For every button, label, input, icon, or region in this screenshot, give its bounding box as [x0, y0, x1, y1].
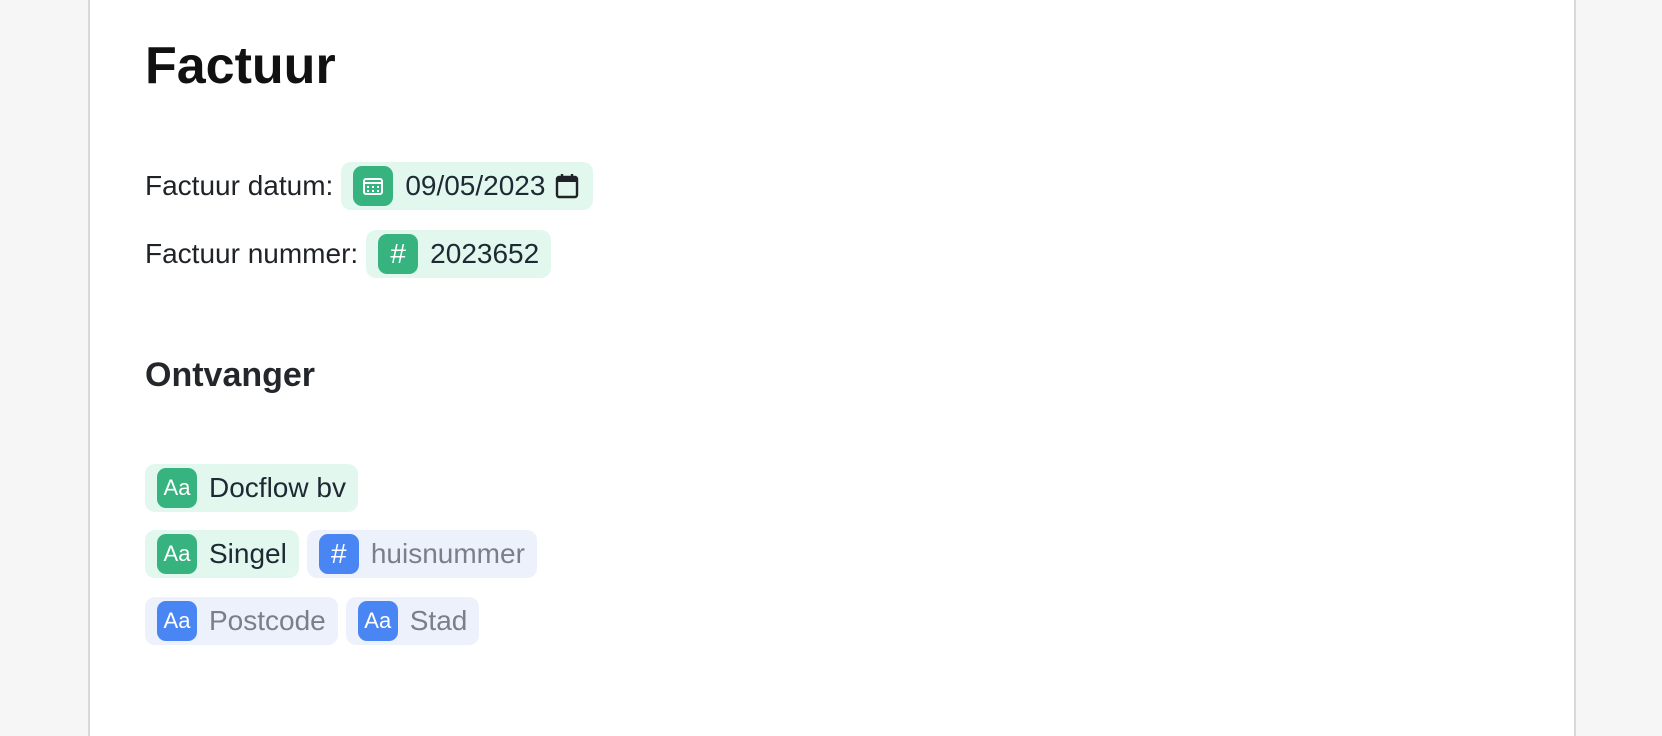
street-field[interactable]: Aa Singel: [145, 530, 299, 578]
number-icon: #: [378, 234, 419, 274]
date-picker-icon[interactable]: [555, 173, 579, 199]
city-field[interactable]: Aa Stad: [345, 597, 480, 645]
invoice-date-value: 09/05/2023: [405, 170, 546, 201]
postcode-field[interactable]: Aa Postcode: [145, 597, 338, 645]
invoice-number-label: Factuur nummer:: [145, 238, 359, 269]
number-icon: #: [318, 534, 359, 574]
recipient-city-row: Aa Postcode Aa Stad: [145, 596, 487, 646]
text-icon: Aa: [157, 534, 197, 574]
company-name-value: Docflow bv: [209, 472, 346, 503]
page-title: Factuur: [145, 37, 336, 95]
text-icon: Aa: [157, 468, 197, 508]
city-placeholder: Stad: [409, 605, 468, 636]
invoice-number-field[interactable]: # 2023652: [366, 230, 552, 278]
recipient-address-row: Aa Singel # huisnummer: [145, 529, 545, 579]
company-name-field[interactable]: Aa Docflow bv: [145, 464, 358, 512]
house-number-field[interactable]: # huisnummer: [306, 530, 537, 578]
text-icon: Aa: [157, 601, 197, 641]
text-icon: Aa: [357, 601, 398, 641]
document-page: Factuur Factuur datum: 09/05/2023 Factuu…: [88, 0, 1576, 736]
postcode-placeholder: Postcode: [209, 605, 326, 636]
invoice-date-label: Factuur datum:: [145, 170, 334, 201]
house-number-placeholder: huisnummer: [370, 538, 525, 569]
recipient-heading: Ontvanger: [145, 356, 316, 394]
recipient-company-row: Aa Docflow bv: [145, 463, 366, 513]
invoice-number-row: Factuur nummer: # 2023652: [145, 229, 559, 279]
calendar-icon: [353, 166, 394, 206]
street-value: Singel: [209, 538, 287, 569]
invoice-date-field[interactable]: 09/05/2023: [341, 162, 594, 210]
invoice-date-row: Factuur datum: 09/05/2023: [145, 161, 601, 211]
invoice-number-value: 2023652: [430, 238, 540, 269]
